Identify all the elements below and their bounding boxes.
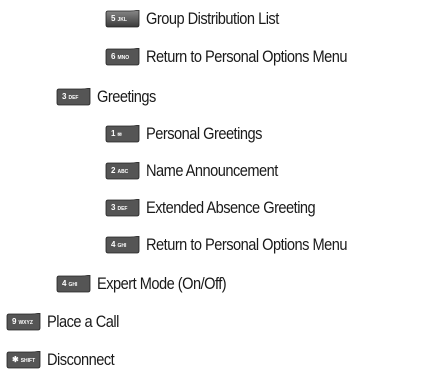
menu-item-label: Return to Personal Options Menu	[146, 47, 348, 66]
menu-item-label: Name Announcement	[146, 161, 278, 180]
key-3-icon: 3 DEF	[55, 88, 92, 106]
menu-item-disconnect: ✱ SHIFT Disconnect	[5, 348, 125, 372]
menu-item-label: Greetings	[97, 87, 156, 106]
menu-item-name-announcement: 2 ABC Name Announcement	[104, 159, 299, 183]
menu-item-label: Place a Call	[47, 312, 119, 331]
menu-item-label: Personal Greetings	[146, 124, 262, 143]
menu-item-label: Disconnect	[47, 350, 115, 369]
menu-item-label: Group Distribution List	[146, 9, 279, 28]
key-2-icon: 2 ABC	[104, 162, 141, 180]
key-5-icon: 5 JKL	[104, 10, 141, 28]
menu-item-label: Return to Personal Options Menu	[146, 235, 348, 254]
menu-item-extended-absence-greeting: 3 DEF Extended Absence Greeting	[104, 196, 343, 220]
menu-item-place-a-call: 9 WXYZ Place a Call	[5, 310, 131, 334]
menu-item-expert-mode: 4 GHI Expert Mode (On/Off)	[55, 272, 247, 296]
menu-item-label: Expert Mode (On/Off)	[97, 274, 227, 293]
menu-item-return-personal-options-2: 4 GHI Return to Personal Options Menu	[104, 233, 380, 257]
key-9-icon: 9 WXYZ	[5, 313, 42, 331]
key-4-icon: 4 GHI	[55, 275, 92, 293]
key-4-icon: 4 GHI	[104, 236, 141, 254]
key-3-icon: 3 DEF	[104, 199, 141, 217]
menu-item-group-distribution-list: 5 JKL Group Distribution List	[104, 7, 300, 31]
key-1-icon: 1 ✉	[104, 125, 141, 143]
menu-item-personal-greetings: 1 ✉ Personal Greetings	[104, 122, 281, 146]
menu-item-greetings: 3 DEF Greetings	[55, 85, 165, 109]
key-star-icon: ✱ SHIFT	[5, 351, 42, 369]
key-6-icon: 6 MNO	[104, 48, 141, 66]
menu-item-label: Extended Absence Greeting	[146, 198, 316, 217]
menu-item-return-personal-options: 6 MNO Return to Personal Options Menu	[104, 45, 380, 69]
